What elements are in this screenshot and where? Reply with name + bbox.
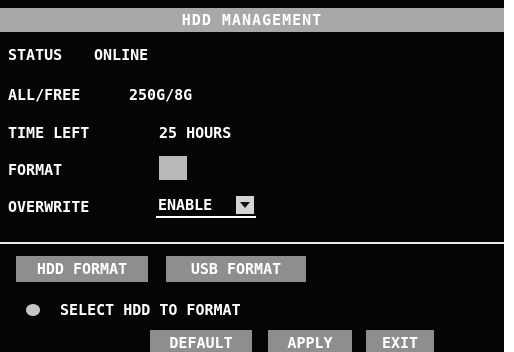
time-left-label: TIME LEFT (8, 124, 90, 142)
hdd-management-screen: HDD MANAGEMENT STATUS ONLINE ALL/FREE 25… (0, 0, 504, 352)
select-hdd-label: SELECT HDD TO FORMAT (60, 301, 241, 319)
status-value: ONLINE (94, 46, 149, 64)
overwrite-select[interactable]: ENABLE (156, 194, 256, 218)
section-divider (0, 242, 504, 244)
select-hdd-radio[interactable] (26, 304, 40, 316)
all-free-value: 250G/8G (129, 86, 193, 104)
time-left-value: 25 HOURS (159, 124, 232, 142)
format-label: FORMAT (8, 161, 63, 179)
chevron-down-icon[interactable] (236, 196, 254, 214)
all-free-label: ALL/FREE (8, 86, 81, 104)
overwrite-label: OVERWRITE (8, 198, 90, 216)
apply-button[interactable]: APPLY (268, 330, 352, 352)
format-checkbox[interactable] (159, 156, 187, 180)
hdd-format-button[interactable]: HDD FORMAT (16, 256, 148, 282)
exit-button[interactable]: EXIT (366, 330, 434, 352)
page-title: HDD MANAGEMENT (0, 8, 504, 32)
default-button[interactable]: DEFAULT (150, 330, 252, 352)
status-label: STATUS (8, 46, 63, 64)
overwrite-select-value: ENABLE (158, 196, 213, 214)
usb-format-button[interactable]: USB FORMAT (166, 256, 306, 282)
